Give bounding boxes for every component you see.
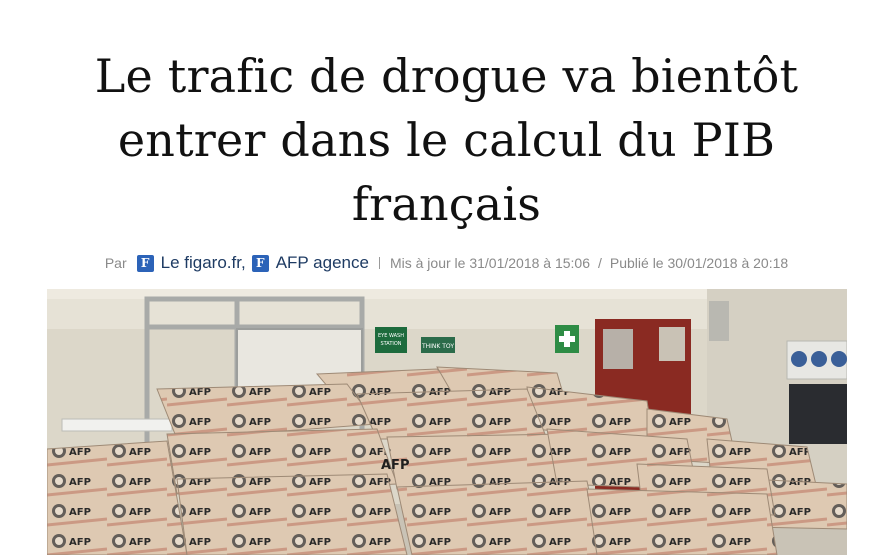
article-title-line-3: français [351,177,542,231]
drug-packages-photo: EYE WASH STATION THINK TOY AFP [47,289,847,555]
author-link-afp[interactable]: F AFP agence [251,253,369,273]
published-date: Publié le 30/01/2018 à 20:18 [609,255,789,271]
sign-station: STATION [380,341,401,347]
updated-date: Mis à jour le 31/01/2018 à 15:06 [389,255,590,271]
byline-divider [378,257,380,269]
article-photo: EYE WASH STATION THINK TOY AFP [47,289,847,555]
package-afp-label: AFP [381,458,409,473]
figaro-logo-icon: F [251,254,269,272]
byline-prefix: Par [104,255,127,271]
article-title: Le trafic de drogue va bientôt entrer da… [40,44,853,236]
sign-think: THINK TOY [421,343,454,350]
sign-eye-wash: EYE WASH [378,333,404,339]
figaro-logo-icon: F [136,254,154,272]
article-title-line-1: Le trafic de drogue va bientôt [94,49,799,103]
date-separator: / [598,255,602,271]
author-name: Le figaro.fr, [160,253,246,272]
author-name: AFP agence [275,253,369,272]
article-byline: Par F Le figaro.fr, F AFP agence Mis à j… [0,252,893,274]
article-title-line-2: entrer dans le calcul du PIB [117,113,776,167]
author-link-lefigaro[interactable]: F Le figaro.fr, [136,253,246,273]
top-nav-fragment: ᵕ [487,0,495,4]
